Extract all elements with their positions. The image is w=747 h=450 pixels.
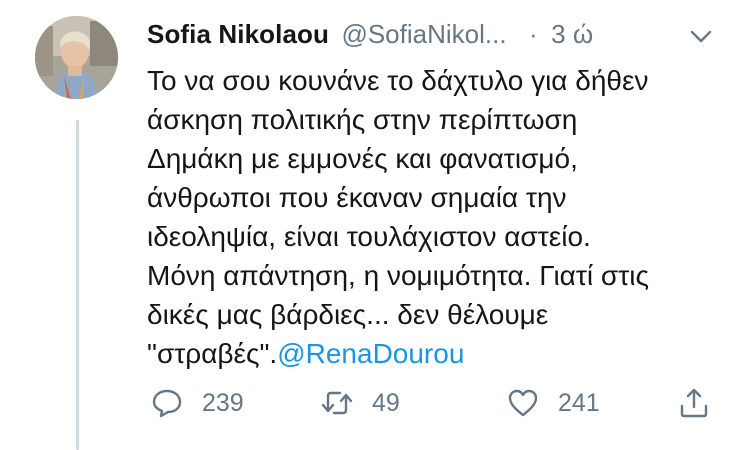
tweet-text-line: Μόνη απάντηση, η νομιμότητα. Γιατί στις [147,260,649,291]
tweet-text-line: Το να σου κουνάνε το δάχτυλο για δήθεν [147,65,649,96]
thread-line [76,120,79,450]
more-options-button[interactable] [687,23,715,51]
retweet-icon [321,391,353,415]
tweet-text-end: "στραβές". [147,338,278,369]
mention-link[interactable]: @RenaDourou [277,338,464,369]
tweet-actions: 239 49 241 [150,383,730,423]
author-name[interactable]: Sofia Nikolaou [147,19,329,49]
avatar-image [35,16,118,99]
avatar[interactable] [35,16,118,99]
reply-button[interactable]: 239 [150,383,244,423]
share-button[interactable] [677,383,711,423]
reply-icon [152,389,182,418]
share-icon [680,388,708,418]
tweet-text-line: δικές μας βάρδιες... δεν θέλουμε [147,299,549,330]
tweet-text-last-line: "στραβές".@RenaDourou [147,334,732,373]
like-count: 241 [558,388,600,417]
like-icon [508,389,538,417]
timestamp[interactable]: 3 ώ [551,19,593,49]
reply-count: 239 [202,388,244,417]
tweet-text-line: άνθρωποι που έκαναν σημαία την [147,182,567,213]
separator-dot: · [529,19,538,49]
tweet-text-line: άσκηση πολιτικής στην περίπτωση [147,104,578,135]
retweet-button[interactable]: 49 [320,383,400,423]
tweet-header: Sofia Nikolaou @SofiaNikol... · 3 ώ [147,19,593,55]
retweet-count: 49 [372,388,400,417]
tweet-text-line: Δημάκη με εμμονές και φανατισμό, [147,143,578,174]
tweet-text-line: ιδεοληψία, είναι τουλάχιστον αστείο. [147,221,591,252]
chevron-down-icon [690,30,712,43]
like-button[interactable]: 241 [506,383,600,423]
author-handle[interactable]: @SofiaNikol... [341,19,506,49]
tweet-text: Το να σου κουνάνε το δάχτυλο για δήθεν ά… [147,61,732,373]
